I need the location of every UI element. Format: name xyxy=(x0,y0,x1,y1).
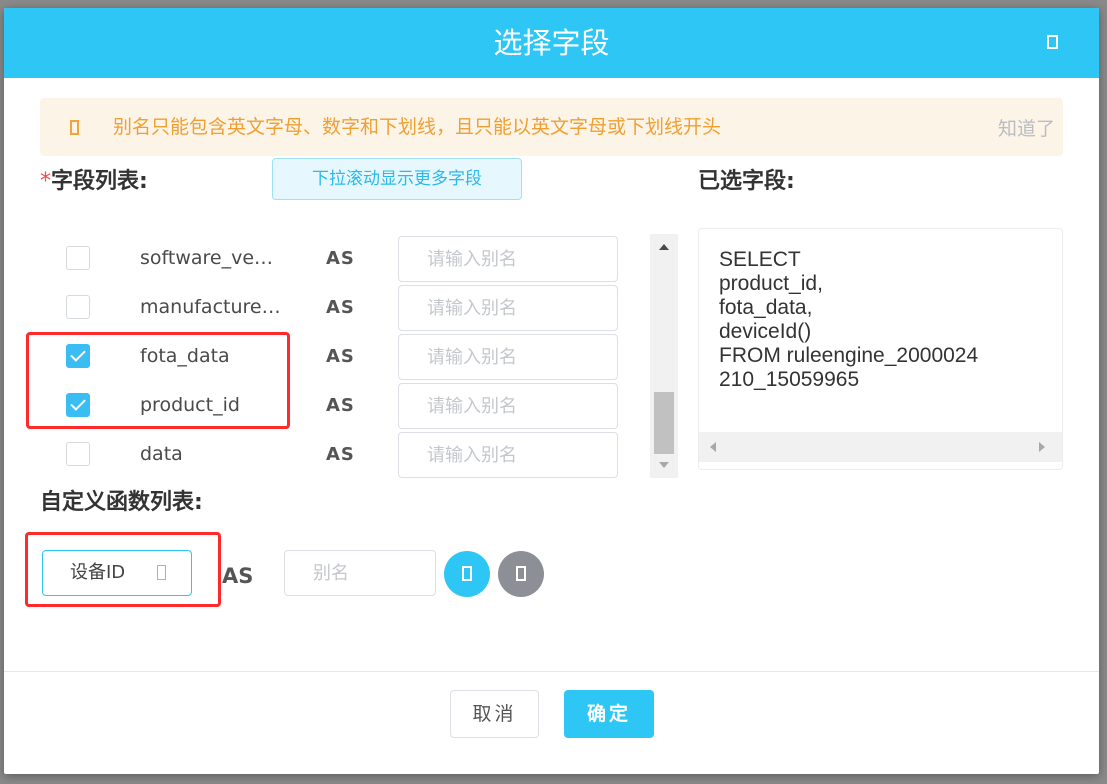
alias-rule-notice: 别名只能包含英文字母、数字和下划线，且只能以英文字母或下划线开头 知道了 xyxy=(40,98,1063,156)
field-row: software_ve… AS xyxy=(40,234,640,283)
field-list-scrollbar[interactable] xyxy=(650,234,678,478)
alias-input[interactable] xyxy=(398,334,618,380)
selected-fields-label: 已选字段: xyxy=(698,169,795,194)
cancel-button[interactable]: 取消 xyxy=(450,690,539,738)
scroll-down-arrow-icon[interactable] xyxy=(659,462,669,468)
alias-input[interactable] xyxy=(398,236,618,282)
scroll-hint-badge: 下拉滚动显示更多字段 xyxy=(272,158,522,200)
field-checkbox[interactable] xyxy=(66,246,90,270)
as-label: AS xyxy=(326,346,355,367)
scroll-up-arrow-icon[interactable] xyxy=(659,244,669,250)
sql-horizontal-scrollbar[interactable] xyxy=(699,432,1062,462)
close-icon[interactable] xyxy=(1047,35,1058,49)
as-label: AS xyxy=(326,297,355,318)
function-list-label: 自定义函数列表: xyxy=(40,490,203,515)
footer-divider xyxy=(4,671,1099,672)
as-label: AS xyxy=(326,395,355,416)
field-row: data AS xyxy=(40,430,640,479)
selected-fields-panel: SELECT product_id, fota_data, deviceId()… xyxy=(698,228,1063,470)
field-name: data xyxy=(140,443,183,465)
dialog-header: 选择字段 xyxy=(4,8,1099,78)
remove-icon xyxy=(516,566,526,581)
scroll-thumb[interactable] xyxy=(654,392,674,454)
scroll-right-arrow-icon[interactable] xyxy=(1039,442,1045,452)
as-label: AS xyxy=(326,444,355,465)
field-list-label: *字段列表: xyxy=(40,163,148,195)
alias-input[interactable] xyxy=(398,383,618,429)
highlight-selected-fields xyxy=(26,332,290,429)
field-checkbox[interactable] xyxy=(66,295,90,319)
function-as-label: AS xyxy=(222,564,254,588)
highlight-function xyxy=(25,532,221,607)
alias-input[interactable] xyxy=(398,432,618,478)
notice-text: 别名只能包含英文字母、数字和下划线，且只能以英文字母或下划线开头 xyxy=(113,116,722,138)
field-name: software_ve… xyxy=(140,247,274,269)
confirm-button[interactable]: 确定 xyxy=(564,690,654,738)
remove-function-button[interactable] xyxy=(498,551,544,597)
add-function-button[interactable] xyxy=(444,551,490,597)
alias-input[interactable] xyxy=(398,285,618,331)
field-list-title: 字段列表: xyxy=(51,169,148,194)
warning-icon xyxy=(70,120,79,135)
select-fields-dialog: 选择字段 别名只能包含英文字母、数字和下划线，且只能以英文字母或下划线开头 知道… xyxy=(4,8,1099,774)
function-alias-input[interactable] xyxy=(284,550,436,596)
field-row: manufacture… AS xyxy=(40,283,640,332)
scroll-left-arrow-icon[interactable] xyxy=(710,442,716,452)
notice-dismiss-link[interactable]: 知道了 xyxy=(998,98,1055,156)
required-mark: * xyxy=(40,169,51,194)
field-checkbox[interactable] xyxy=(66,442,90,466)
sql-preview: SELECT product_id, fota_data, deviceId()… xyxy=(719,248,979,391)
field-name: manufacture… xyxy=(140,296,281,318)
as-label: AS xyxy=(326,248,355,269)
dialog-title: 选择字段 xyxy=(493,26,610,60)
add-icon xyxy=(462,566,472,581)
